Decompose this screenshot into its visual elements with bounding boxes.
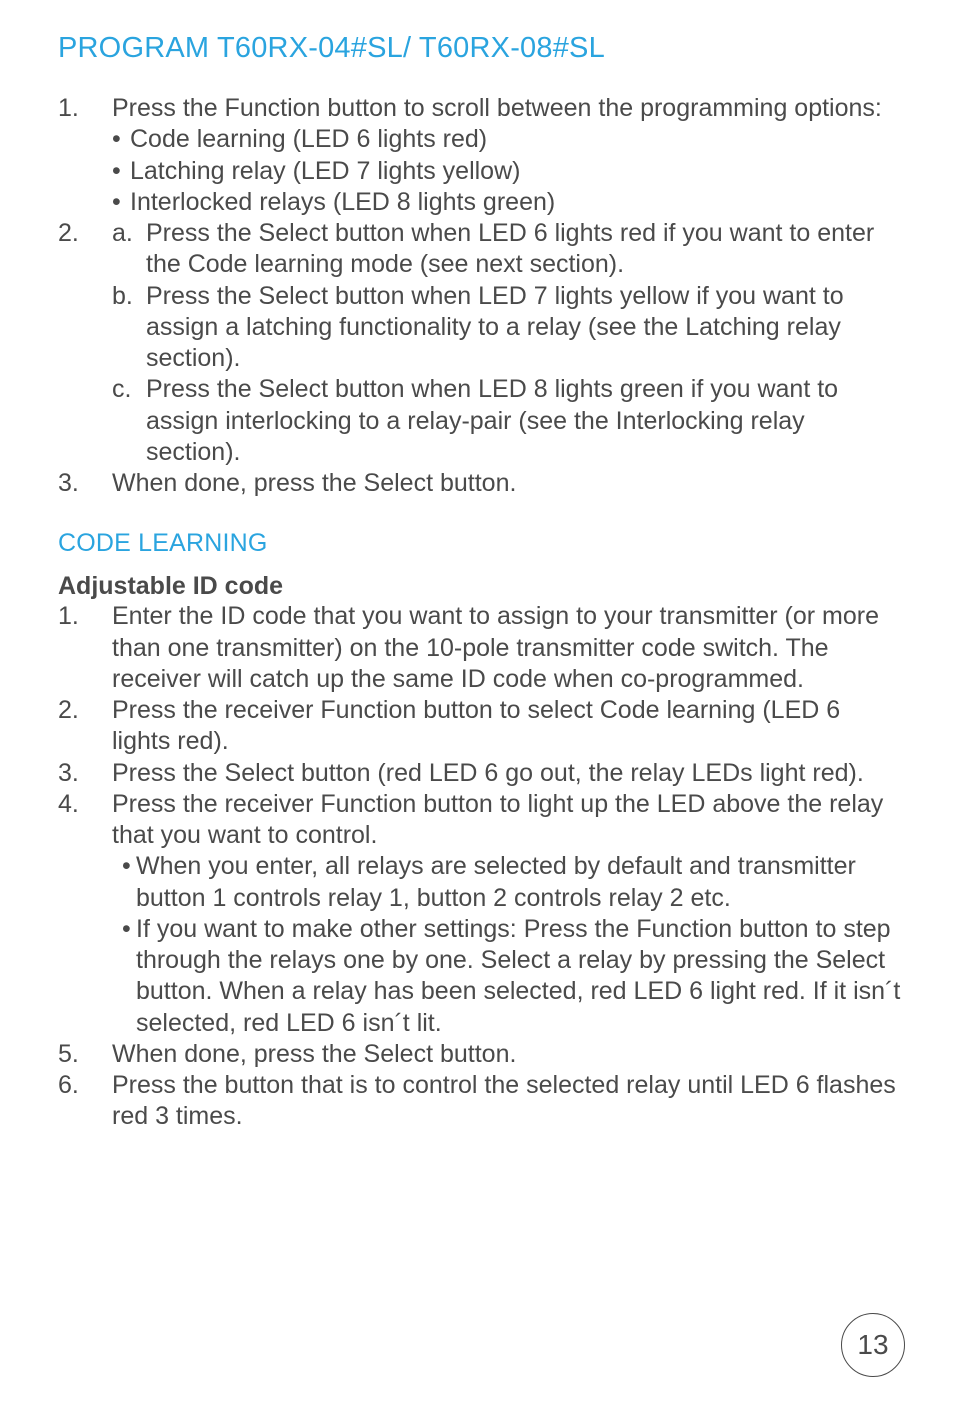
- sub-item: b. Press the Select button when LED 7 li…: [112, 281, 902, 375]
- item-number: 1.: [58, 601, 112, 632]
- bullet-icon: •: [122, 851, 136, 882]
- list-item: 1. Press the Function button to scroll b…: [58, 93, 902, 124]
- item-text: When done, press the Select button.: [112, 468, 902, 499]
- list-item: 2. Press the receiver Function button to…: [58, 695, 902, 758]
- sub-item: a. Press the Select button when LED 6 li…: [112, 218, 902, 281]
- code-learning-heading: CODE LEARNING: [58, 529, 902, 558]
- item-number: 2.: [58, 695, 112, 726]
- bullet-item: • Code learning (LED 6 lights red): [112, 124, 902, 155]
- code-learning-section: 1. Enter the ID code that you want to as…: [58, 601, 902, 1132]
- page-title: PROGRAM T60RX-04#SL/ T60RX-08#SL: [58, 32, 902, 65]
- sub-list: a. Press the Select button when LED 6 li…: [112, 218, 902, 468]
- item-text: Press the Function button to scroll betw…: [112, 93, 902, 124]
- page-number: 13: [857, 1329, 888, 1361]
- item-number: 1.: [58, 93, 112, 124]
- list-item: 5. When done, press the Select button.: [58, 1039, 902, 1070]
- bullet-text: Code learning (LED 6 lights red): [130, 124, 487, 155]
- page-number-circle: 13: [841, 1313, 905, 1377]
- item-text: Enter the ID code that you want to assig…: [112, 601, 902, 695]
- item-number: 3.: [58, 758, 112, 789]
- bullet-item: • When you enter, all relays are selecte…: [112, 851, 902, 914]
- item-text: When done, press the Select button.: [112, 1039, 902, 1070]
- item-text: Press the receiver Function button to li…: [112, 789, 902, 852]
- item-number: 3.: [58, 468, 112, 499]
- sub-letter: b.: [112, 281, 146, 312]
- item-number: 2.: [58, 218, 112, 249]
- bullet-text: Interlocked relays (LED 8 lights green): [130, 187, 555, 218]
- list-item-bullets: • Code learning (LED 6 lights red) • Lat…: [58, 124, 902, 218]
- item-number: 6.: [58, 1070, 112, 1101]
- list-item: 6. Press the button that is to control t…: [58, 1070, 902, 1133]
- program-section: 1. Press the Function button to scroll b…: [58, 93, 902, 499]
- bullet-text: Latching relay (LED 7 lights yellow): [130, 156, 520, 187]
- item-number: 5.: [58, 1039, 112, 1070]
- item-text: Press the Select button (red LED 6 go ou…: [112, 758, 902, 789]
- sub-text: Press the Select button when LED 8 light…: [146, 374, 902, 468]
- bullet-group: • When you enter, all relays are selecte…: [112, 851, 902, 1039]
- bullet-item: • If you want to make other settings: Pr…: [112, 914, 902, 1039]
- sub-letter: a.: [112, 218, 146, 249]
- list-item: 3. When done, press the Select button.: [58, 468, 902, 499]
- list-item: 3. Press the Select button (red LED 6 go…: [58, 758, 902, 789]
- sub-text: Press the Select button when LED 7 light…: [146, 281, 902, 375]
- sub-text: Press the Select button when LED 6 light…: [146, 218, 902, 281]
- document-page: PROGRAM T60RX-04#SL/ T60RX-08#SL 1. Pres…: [0, 0, 960, 1401]
- bullet-icon: •: [112, 124, 130, 155]
- adjustable-heading: Adjustable ID code: [58, 572, 902, 601]
- sub-item: c. Press the Select button when LED 8 li…: [112, 374, 902, 468]
- list-item: 4. Press the receiver Function button to…: [58, 789, 902, 852]
- sub-letter: c.: [112, 374, 146, 405]
- item-number: 4.: [58, 789, 112, 820]
- item-text: Press the button that is to control the …: [112, 1070, 902, 1133]
- bullet-icon: •: [122, 914, 136, 945]
- bullet-icon: •: [112, 187, 130, 218]
- bullet-icon: •: [112, 156, 130, 187]
- bullet-text: When you enter, all relays are selected …: [136, 851, 902, 914]
- bullet-item: • Interlocked relays (LED 8 lights green…: [112, 187, 902, 218]
- bullet-group: • Code learning (LED 6 lights red) • Lat…: [112, 124, 902, 218]
- list-item-bullets: • When you enter, all relays are selecte…: [58, 851, 902, 1039]
- item-text: Press the receiver Function button to se…: [112, 695, 902, 758]
- bullet-text: If you want to make other settings: Pres…: [136, 914, 902, 1039]
- list-item: 1. Enter the ID code that you want to as…: [58, 601, 902, 695]
- bullet-item: • Latching relay (LED 7 lights yellow): [112, 156, 902, 187]
- list-item: 2. a. Press the Select button when LED 6…: [58, 218, 902, 468]
